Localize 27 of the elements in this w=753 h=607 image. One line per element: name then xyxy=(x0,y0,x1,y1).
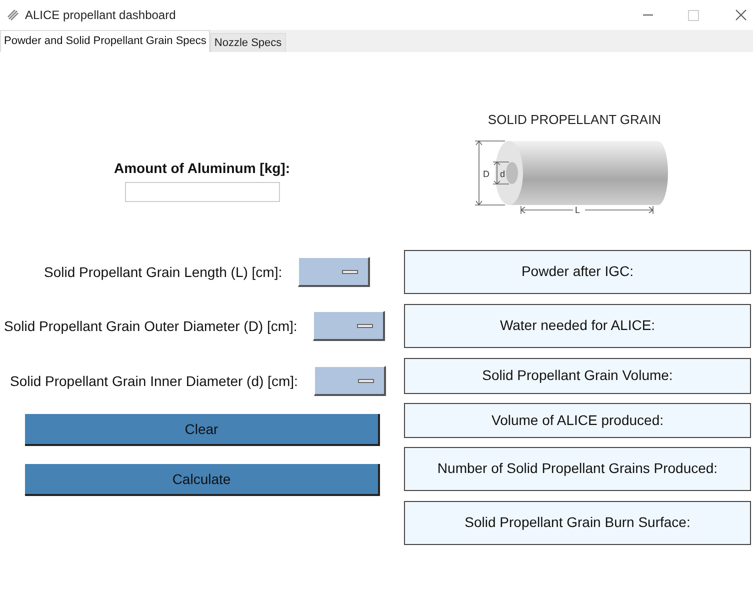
field-label: Solid Propellant Grain Outer Diameter (D) [cm]: xyxy=(4,316,298,336)
dimension-label: d xyxy=(500,168,505,178)
diagram-title: SOLID PROPELLANT GRAIN xyxy=(488,111,662,129)
result-label: Water needed for ALICE: xyxy=(404,304,751,348)
window-title: ALICE propellant dashboard xyxy=(25,7,176,24)
field-label: Amount of Aluminum [kg]: xyxy=(114,159,290,178)
tab[interactable]: Nozzle Specs xyxy=(210,33,286,52)
menu-indicator-icon xyxy=(357,324,374,328)
menu-indicator-icon xyxy=(342,270,358,274)
option-menu[interactable] xyxy=(298,257,370,287)
action-button[interactable]: Calculate xyxy=(25,464,380,496)
close-icon[interactable] xyxy=(735,9,747,21)
dimension-label: L xyxy=(574,204,580,214)
field-label: Solid Propellant Grain Length (L) [cm]: xyxy=(44,262,282,282)
option-menu[interactable] xyxy=(314,366,386,396)
result-label: Solid Propellant Grain Volume: xyxy=(404,358,751,394)
field-label: Solid Propellant Grain Inner Diameter (d) [cm]: xyxy=(10,372,298,391)
result-label: Volume of ALICE produced: xyxy=(404,402,751,438)
option-menu[interactable] xyxy=(313,311,386,341)
result-label: Solid Propellant Grain Burn Surface: xyxy=(404,500,751,544)
dimension-label: D xyxy=(482,168,489,178)
result-label: Number of Solid Propellant Grains Produced: xyxy=(404,446,751,490)
input-field[interactable] xyxy=(124,182,280,202)
tab[interactable]: Powder and Solid Propellant Grain Specs xyxy=(0,30,210,52)
action-button[interactable]: Clear xyxy=(25,414,380,446)
menu-indicator-icon xyxy=(358,378,374,382)
result-label: Powder after IGC: xyxy=(404,250,751,294)
